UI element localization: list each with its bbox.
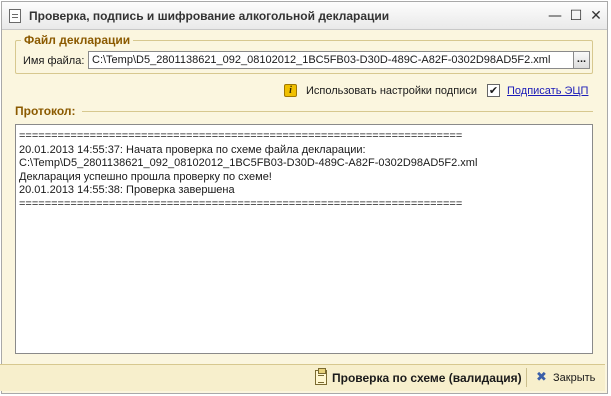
protocol-line: ========================================… xyxy=(19,197,463,210)
clipboard-check-icon[interactable] xyxy=(315,368,327,385)
sign-checkbox[interactable]: ✔ xyxy=(487,84,500,97)
file-name-input[interactable]: C:\Temp\D5_2801138621_092_08102012_1BC5F… xyxy=(88,51,574,69)
validate-by-schema-button[interactable]: Проверка по схеме (валидация) xyxy=(332,371,522,385)
maximize-button[interactable]: ☐ xyxy=(567,7,585,25)
footer-separator xyxy=(526,368,527,387)
window-title: Проверка, подпись и шифрование алкогольн… xyxy=(29,9,390,23)
declaration-file-legend: Файл декларации xyxy=(21,33,134,47)
protocol-divider xyxy=(82,111,593,112)
browse-button[interactable]: ... xyxy=(573,51,590,69)
close-button[interactable]: Закрыть xyxy=(553,372,595,384)
info-icon: i xyxy=(284,84,297,97)
use-signature-settings-label: Использовать настройки подписи xyxy=(306,85,477,97)
close-window-button[interactable]: ✕ xyxy=(587,7,605,25)
protocol-line: 20.01.2013 14:55:38: Проверка завершена xyxy=(19,184,235,196)
title-bar[interactable]: Проверка, подпись и шифрование алкогольн… xyxy=(2,2,607,30)
protocol-line: 20.01.2013 14:55:37: Начата проверка по … xyxy=(19,143,366,156)
protocol-line: ========================================… xyxy=(19,130,463,142)
sign-eds-link[interactable]: Подписать ЭЦП xyxy=(507,85,588,97)
protocol-line: C:\Temp\D5_2801138621_092_08102012_1BC5F… xyxy=(19,157,478,169)
minimize-button[interactable]: — xyxy=(546,7,564,25)
close-icon[interactable]: ✖ xyxy=(536,370,547,385)
document-icon xyxy=(9,9,21,23)
protocol-line: Декларация успешно прошла проверку по сх… xyxy=(19,170,272,183)
protocol-label: Протокол: xyxy=(15,104,76,118)
protocol-textarea[interactable]: ========================================… xyxy=(15,124,593,354)
file-name-label: Имя файла: xyxy=(23,55,85,67)
